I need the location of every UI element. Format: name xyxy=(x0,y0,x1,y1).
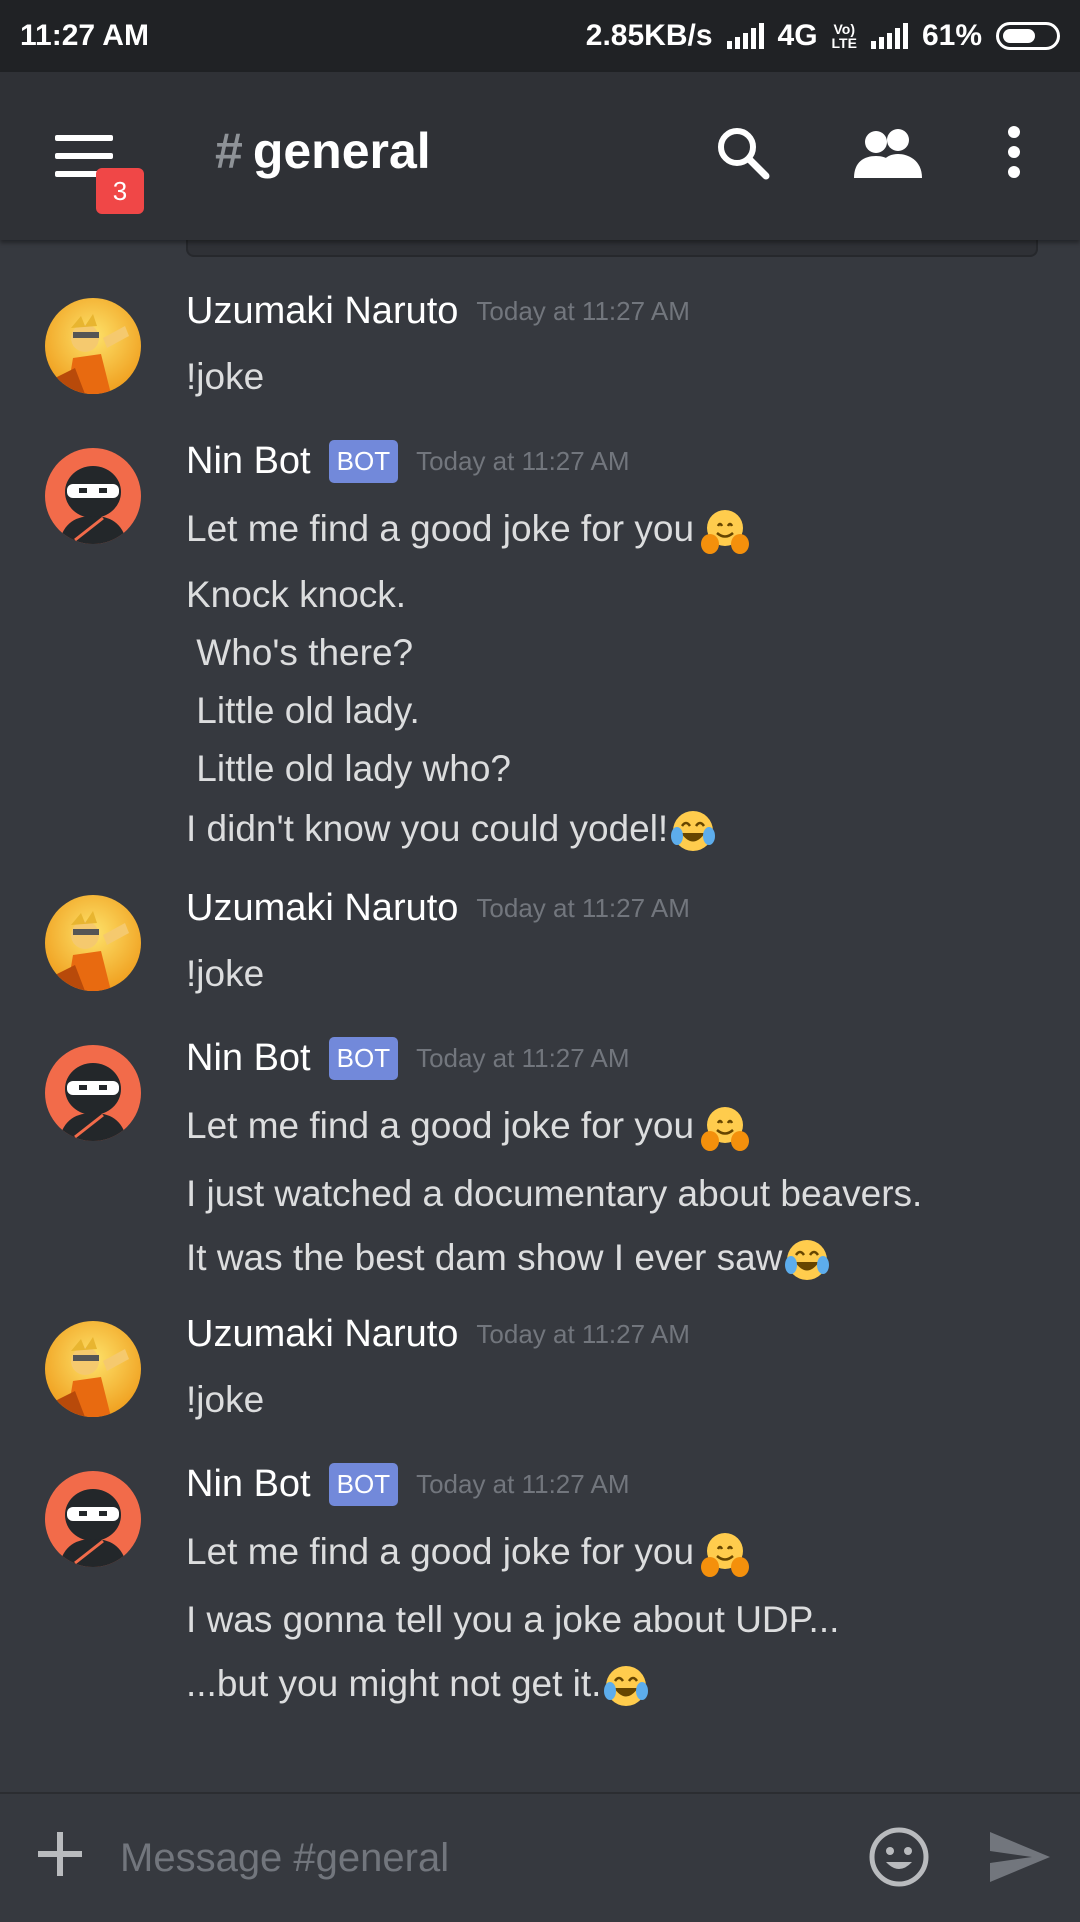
tears-of-joy-emoji xyxy=(785,1240,830,1280)
avatar-naruto[interactable] xyxy=(45,298,141,394)
status-bar: 11:27 AM 2.85KB/s 4G Vo) LTE 61% xyxy=(0,0,1080,72)
timestamp: Today at 11:27 AM xyxy=(416,1469,630,1499)
channel-name: general xyxy=(252,123,431,179)
timestamp: Today at 11:27 AM xyxy=(416,446,630,476)
message-text: Little old lady. xyxy=(186,690,420,731)
status-indicators: 2.85KB/s 4G Vo) LTE 61% xyxy=(586,19,1060,53)
hugging-face-emoji xyxy=(701,510,750,554)
signal-icon-2 xyxy=(870,23,908,49)
message-text: Let me find a good joke for you xyxy=(186,1104,695,1146)
message-text: !joke xyxy=(186,953,265,994)
message-header: Uzumaki Naruto Today at 11:27 AM xyxy=(186,290,690,333)
message-header: Uzumaki Naruto Today at 11:27 AM xyxy=(186,1313,690,1356)
channel-header: 3 # general xyxy=(0,72,1080,240)
message-text: Who's there? xyxy=(186,632,414,673)
username[interactable]: Nin Bot xyxy=(186,1037,311,1080)
message-text: Let me find a good joke for you xyxy=(186,1530,695,1572)
message-text: It was the best dam show I ever saw xyxy=(186,1236,783,1278)
hugging-face-emoji xyxy=(701,1107,750,1151)
bot-tag: BOT xyxy=(328,1463,399,1506)
avatar-naruto[interactable] xyxy=(45,895,141,991)
message-text: !joke xyxy=(186,356,265,397)
bot-tag: BOT xyxy=(328,1037,399,1080)
status-time: 11:27 AM xyxy=(20,19,149,52)
avatar-naruto[interactable] xyxy=(45,1321,141,1417)
message-line: Let me find a good joke for you xyxy=(186,1103,750,1153)
bot-tag: BOT xyxy=(328,440,399,483)
message-input[interactable] xyxy=(118,1822,822,1894)
message-line: Let me find a good joke for you xyxy=(186,1529,750,1579)
username[interactable]: Nin Bot xyxy=(186,1463,311,1506)
message-text: Let me find a good joke for you xyxy=(186,507,695,549)
username[interactable]: Uzumaki Naruto xyxy=(186,290,458,333)
channel-title: # general xyxy=(215,122,431,180)
hash-icon: # xyxy=(215,123,243,179)
message-text: I didn't know you could yodel! xyxy=(186,807,669,849)
message-line: I didn't know you could yodel! xyxy=(186,806,718,856)
notification-badge: 3 xyxy=(96,168,144,214)
battery-icon xyxy=(996,22,1060,50)
timestamp: Today at 11:27 AM xyxy=(476,1319,690,1349)
timestamp: Today at 11:27 AM xyxy=(476,296,690,326)
message-text: I just watched a documentary about beave… xyxy=(186,1173,923,1214)
message-line: It was the best dam show I ever saw xyxy=(186,1235,832,1285)
avatar-ninbot[interactable] xyxy=(45,1045,141,1141)
message-line: Let me find a good joke for you xyxy=(186,506,750,556)
message-header: Nin Bot BOT Today at 11:27 AM xyxy=(186,1037,630,1080)
timestamp: Today at 11:27 AM xyxy=(416,1043,630,1073)
avatar-ninbot[interactable] xyxy=(45,1471,141,1567)
message-text: Knock knock. xyxy=(186,574,407,615)
more-vertical-icon[interactable] xyxy=(1000,124,1028,180)
net-speed: 2.85KB/s xyxy=(585,19,713,52)
tears-of-joy-emoji xyxy=(604,1666,649,1706)
hugging-face-emoji xyxy=(701,1533,750,1577)
message-text: I was gonna tell you a joke about UDP... xyxy=(186,1599,840,1640)
message-text: !joke xyxy=(186,1379,265,1420)
smiley-icon[interactable] xyxy=(868,1826,930,1888)
plus-icon[interactable] xyxy=(36,1830,84,1878)
search-icon[interactable] xyxy=(714,124,770,180)
avatar-ninbot[interactable] xyxy=(45,448,141,544)
send-icon[interactable] xyxy=(988,1830,1052,1884)
message-header: Nin Bot BOT Today at 11:27 AM xyxy=(186,1463,630,1506)
members-icon[interactable] xyxy=(852,124,924,180)
message-text: Little old lady who? xyxy=(186,748,511,789)
signal-icon xyxy=(726,23,764,49)
username[interactable]: Uzumaki Naruto xyxy=(186,887,458,930)
message-line: ...but you might not get it. xyxy=(186,1661,651,1711)
username[interactable]: Uzumaki Naruto xyxy=(186,1313,458,1356)
tears-of-joy-emoji xyxy=(671,811,716,851)
network-type: 4G xyxy=(777,19,818,52)
message-composer xyxy=(0,1792,1080,1922)
message-text: ...but you might not get it. xyxy=(186,1662,602,1704)
message-header: Nin Bot BOT Today at 11:27 AM xyxy=(186,440,630,483)
battery-percent: 61% xyxy=(921,19,982,52)
message-header: Uzumaki Naruto Today at 11:27 AM xyxy=(186,887,690,930)
timestamp: Today at 11:27 AM xyxy=(476,893,690,923)
volte-icon: Vo) LTE xyxy=(831,21,857,51)
username[interactable]: Nin Bot xyxy=(186,440,311,483)
